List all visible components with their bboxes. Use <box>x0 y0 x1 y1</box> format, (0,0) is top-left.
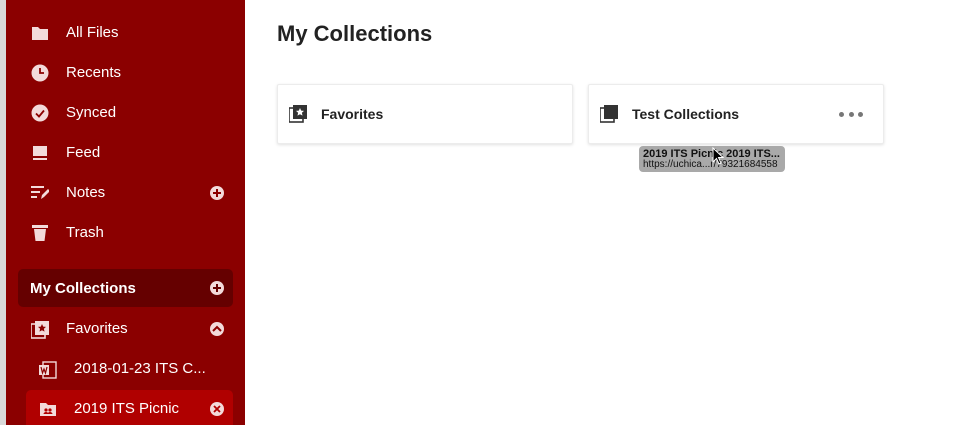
chevron-up-icon <box>212 325 222 332</box>
sidebar-collection-item-active[interactable]: 2019 ITS Picnic <box>6 390 245 425</box>
collection-card-favorites[interactable]: Favorites <box>277 84 573 144</box>
remove-button[interactable] <box>210 402 224 416</box>
notes-icon <box>31 184 49 202</box>
star-stack-icon <box>288 105 307 123</box>
clock-icon <box>31 64 49 82</box>
sidebar-item-label: Favorites <box>66 320 128 337</box>
sidebar-item-label: Synced <box>66 104 117 121</box>
tooltip-url: https://uchica...r/79321684558 <box>643 159 778 170</box>
sidebar-item-label: All Files <box>66 24 119 41</box>
trash-icon <box>31 224 49 242</box>
dot <box>848 111 854 117</box>
page-title: My Collections <box>277 21 433 46</box>
sidebar-item-notes[interactable]: Notes <box>6 173 245 213</box>
sidebar-item-label: Notes <box>66 184 106 201</box>
plus-icon <box>213 284 221 292</box>
sidebar-item-label: Recents <box>66 64 122 81</box>
sidebar-item-feed[interactable]: Feed <box>6 133 245 173</box>
add-note-button[interactable] <box>210 186 224 200</box>
plus-icon <box>213 189 221 197</box>
mouse-cursor-icon <box>712 147 724 165</box>
collapse-button[interactable] <box>210 322 224 336</box>
card-label: Test Collections <box>632 106 740 122</box>
dot <box>839 111 844 117</box>
close-icon <box>213 405 221 413</box>
sidebar-item-all-files[interactable]: All Files <box>6 13 245 53</box>
shared-folder-icon <box>39 401 57 419</box>
sidebar-item-label: Trash <box>66 224 104 241</box>
add-collection-button[interactable] <box>210 281 224 295</box>
feed-icon <box>31 144 49 162</box>
folder-icon <box>31 24 49 42</box>
sidebar-item-label: Feed <box>66 144 101 161</box>
my-collections-header[interactable]: My Collections <box>18 269 233 307</box>
sidebar-collection-item[interactable]: 2018-01-23 ITS C... <box>6 350 245 388</box>
sidebar-collection-favorites[interactable]: Favorites <box>6 310 245 348</box>
word-doc-icon <box>39 361 57 379</box>
sidebar-item-recents[interactable]: Recents <box>6 53 245 93</box>
section-title: My Collections <box>30 280 136 297</box>
sidebar-item-label: 2019 ITS Picnic <box>74 400 180 417</box>
collection-card-test-collections[interactable]: Test Collections <box>588 84 884 144</box>
star-stack-icon <box>30 321 49 339</box>
check-circle-icon <box>31 104 49 122</box>
dot <box>858 111 863 117</box>
card-label: Favorites <box>321 106 384 122</box>
more-options-button[interactable] <box>839 106 863 122</box>
sidebar-item-trash[interactable]: Trash <box>6 213 245 253</box>
sidebar-item-label: 2018-01-23 ITS C... <box>74 360 206 377</box>
sidebar: All Files Recents Synced Feed Notes Tras… <box>6 0 245 425</box>
collection-icon <box>599 105 618 123</box>
sidebar-item-synced[interactable]: Synced <box>6 93 245 133</box>
